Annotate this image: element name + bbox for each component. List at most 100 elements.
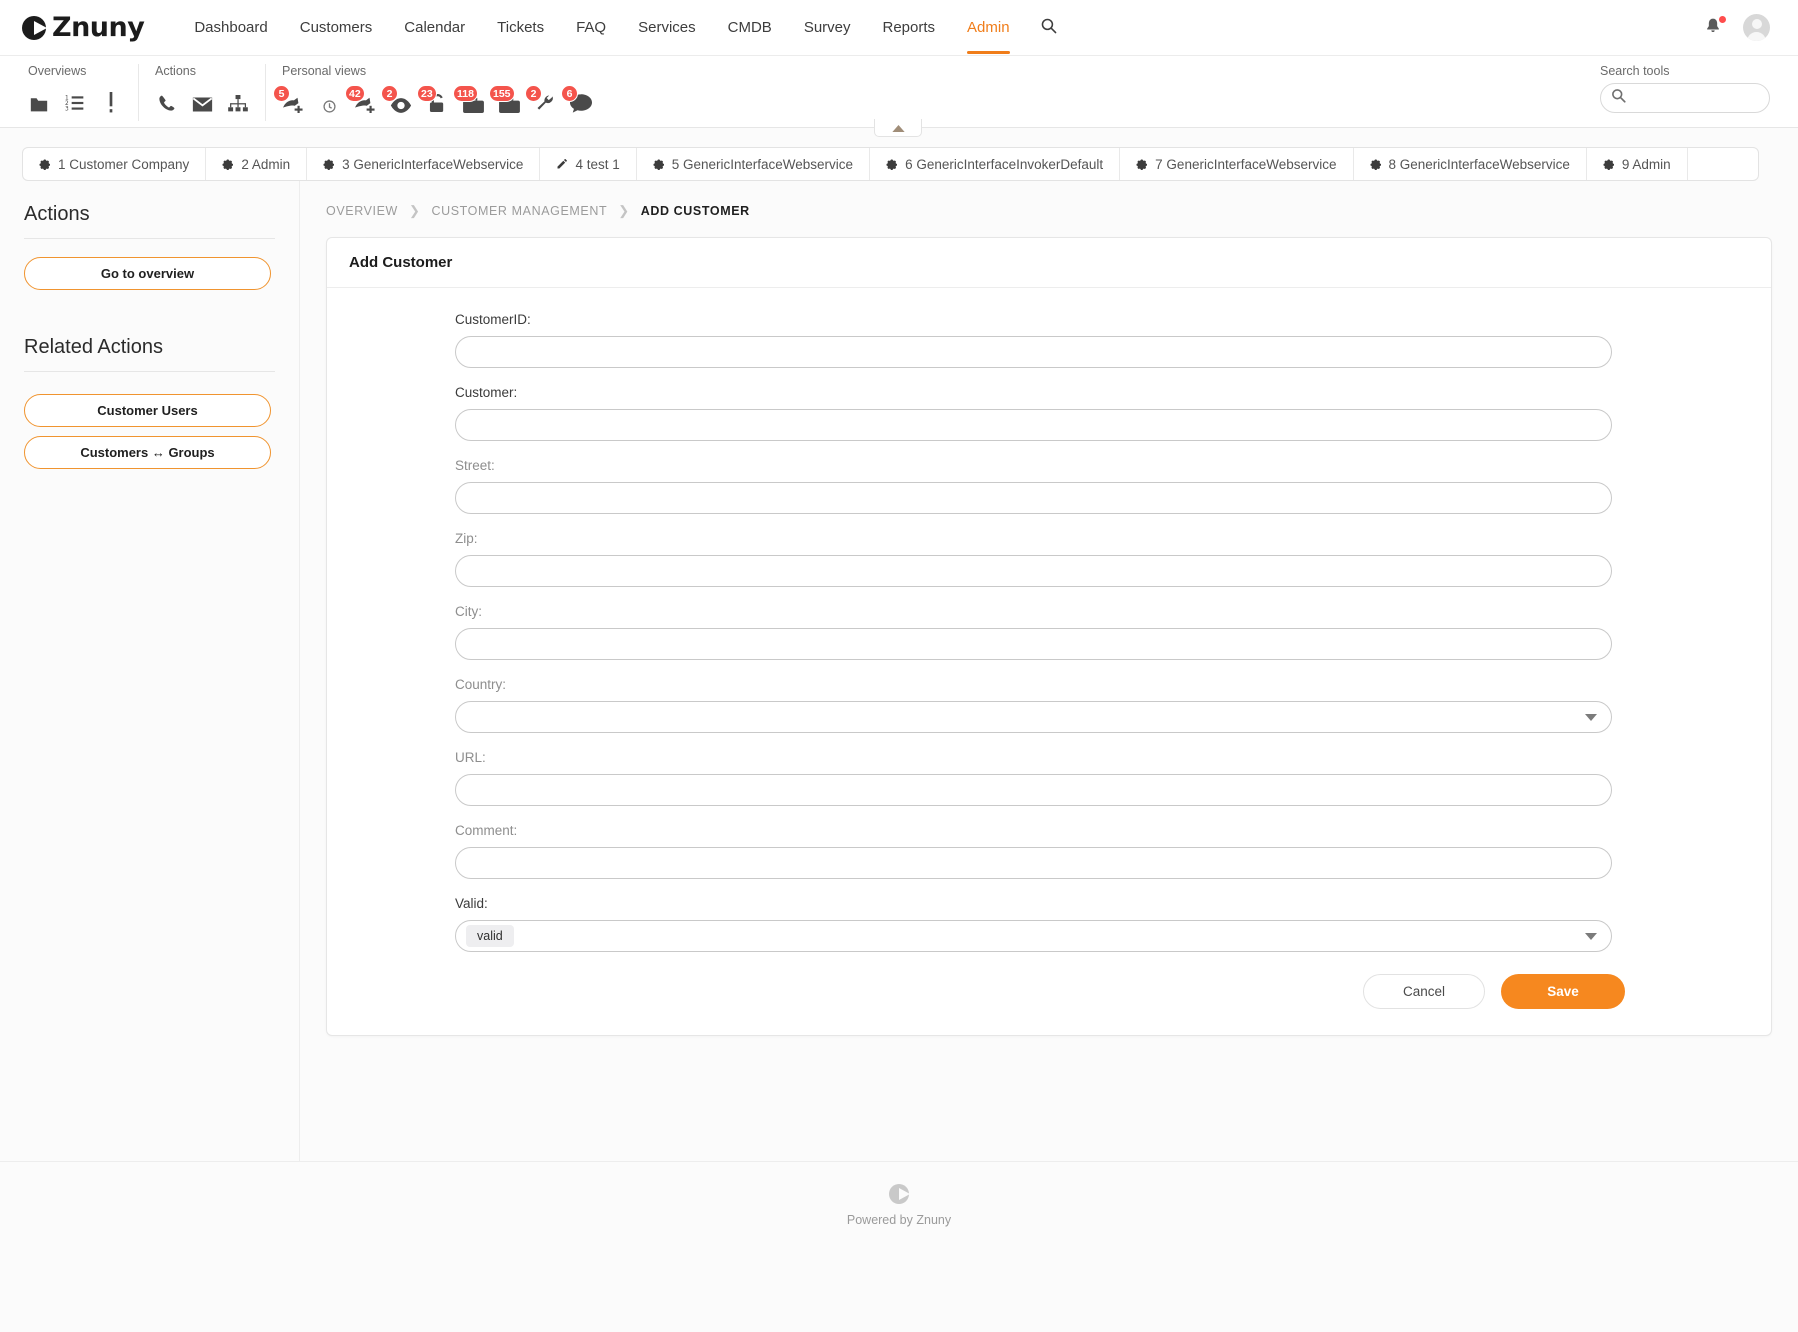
field-zip: Zip:	[455, 531, 1771, 587]
list-numbered-icon[interactable]: 1 2 3	[64, 87, 86, 113]
badge-count: 118	[453, 85, 478, 102]
clock-icon[interactable]	[318, 87, 340, 113]
breadcrumb-item-add-customer: ADD CUSTOMER	[641, 204, 750, 218]
main-content: OVERVIEW ❯ CUSTOMER MANAGEMENT ❯ ADD CUS…	[300, 181, 1798, 1161]
gear-icon	[323, 158, 335, 170]
sidebar-related-actions-heading: Related Actions	[24, 336, 275, 372]
tab-item[interactable]: 2 Admin	[206, 148, 307, 180]
country-select[interactable]	[455, 701, 1612, 733]
notification-dot	[1717, 14, 1728, 25]
toolbar-group-overviews: Overviews 1 2 3	[22, 64, 138, 121]
field-comment: Comment:	[455, 823, 1771, 879]
city-input[interactable]	[455, 628, 1612, 660]
valid-select[interactable]: valid	[455, 920, 1612, 952]
svg-text:3: 3	[65, 107, 69, 113]
bell-icon[interactable]	[1703, 17, 1725, 39]
avatar[interactable]	[1743, 14, 1770, 41]
cancel-button[interactable]: Cancel	[1363, 974, 1485, 1009]
tab-item[interactable]: 7 GenericInterfaceWebservice	[1120, 148, 1353, 180]
gear-icon	[222, 158, 234, 170]
save-button[interactable]: Save	[1501, 974, 1625, 1009]
tab-item[interactable]: 3 GenericInterfaceWebservice	[307, 148, 540, 180]
chevron-up-icon	[892, 119, 905, 137]
tab-item[interactable]: 5 GenericInterfaceWebservice	[637, 148, 870, 180]
search-tools-input[interactable]	[1633, 90, 1759, 107]
customer-users-button[interactable]: Customer Users	[24, 394, 271, 427]
search-tools-group: Search tools	[1600, 64, 1776, 113]
collapse-toolbar-button[interactable]	[874, 119, 922, 137]
go-to-overview-button[interactable]: Go to overview	[24, 257, 271, 290]
gear-icon	[1603, 158, 1615, 170]
wrench-icon[interactable]: 2	[534, 87, 556, 113]
badge-count: 42	[345, 85, 365, 102]
lock-icon[interactable]: 23	[426, 87, 448, 113]
chat-icon[interactable]: 6	[570, 87, 592, 113]
sidebar-actions-heading: Actions	[24, 203, 275, 239]
tab-item[interactable]: 6 GenericInterfaceInvokerDefault	[870, 148, 1120, 180]
url-input[interactable]	[455, 774, 1612, 806]
nav-item-customers[interactable]: Customers	[284, 1, 389, 54]
field-country: Country:	[455, 677, 1771, 733]
street-input[interactable]	[455, 482, 1612, 514]
nav-item-services[interactable]: Services	[622, 1, 712, 54]
znuny-logo[interactable]: Znuny	[22, 14, 144, 41]
chevron-down-icon	[1585, 714, 1597, 721]
comment-input[interactable]	[455, 847, 1612, 879]
breadcrumb-item-overview[interactable]: OVERVIEW	[326, 204, 398, 218]
ticket-reminder-icon[interactable]: 42	[354, 87, 376, 113]
field-label: Street:	[455, 458, 1771, 473]
field-customer: Customer:	[455, 385, 1771, 441]
customer-input[interactable]	[455, 409, 1612, 441]
nav-item-calendar[interactable]: Calendar	[388, 1, 481, 54]
nav-item-admin[interactable]: Admin	[951, 1, 1026, 54]
nav-item-dashboard[interactable]: Dashboard	[178, 1, 283, 54]
field-valid: Valid: valid	[455, 896, 1771, 952]
briefcase-icon[interactable]: 118	[462, 87, 484, 113]
eye-watch-icon[interactable]: 2	[390, 87, 412, 113]
nav-item-reports[interactable]: Reports	[867, 1, 952, 54]
tab-overflow-slot[interactable]	[1688, 148, 1758, 180]
ticket-new-icon[interactable]: 5	[282, 87, 304, 113]
field-label: City:	[455, 604, 1771, 619]
search-icon	[1611, 88, 1626, 108]
top-navigation-bar: Znuny Dashboard Customers Calendar Ticke…	[0, 0, 1798, 55]
field-label: CustomerID:	[455, 312, 1771, 327]
left-sidebar: Actions Go to overview Related Actions C…	[0, 181, 300, 1161]
sitemap-icon[interactable]	[227, 87, 249, 113]
field-city: City:	[455, 604, 1771, 660]
nav-item-survey[interactable]: Survey	[788, 1, 867, 54]
field-label: Country:	[455, 677, 1771, 692]
tab-item[interactable]: 9 Admin	[1587, 148, 1688, 180]
phone-icon[interactable]	[155, 87, 177, 113]
tab-item[interactable]: 8 GenericInterfaceWebservice	[1354, 148, 1587, 180]
gear-icon	[39, 158, 51, 170]
tab-item[interactable]: 4 test 1	[540, 148, 636, 180]
page-body: Actions Go to overview Related Actions C…	[0, 181, 1798, 1161]
tab-label: 9 Admin	[1622, 157, 1671, 172]
logo-text: Znuny	[52, 14, 144, 41]
tab-label: 1 Customer Company	[58, 157, 189, 172]
tab-item[interactable]: 1 Customer Company	[23, 148, 206, 180]
envelope-icon[interactable]	[191, 87, 213, 113]
exclamation-icon[interactable]	[100, 87, 122, 113]
folder-icon[interactable]	[28, 87, 50, 113]
nav-item-tickets[interactable]: Tickets	[481, 1, 560, 54]
form-actions: Cancel Save	[327, 974, 1771, 1009]
breadcrumb-item-customer-management[interactable]: CUSTOMER MANAGEMENT	[431, 204, 607, 218]
nav-item-faq[interactable]: FAQ	[560, 1, 622, 54]
badge-count: 2	[381, 85, 398, 102]
tab-label: 6 GenericInterfaceInvokerDefault	[905, 157, 1103, 172]
zip-input[interactable]	[455, 555, 1612, 587]
customers-groups-button[interactable]: Customers ↔ Groups	[24, 436, 271, 469]
search-tools-box[interactable]	[1600, 83, 1770, 113]
search-icon[interactable]	[1026, 0, 1071, 57]
nav-item-cmdb[interactable]: CMDB	[712, 1, 788, 54]
customerid-input[interactable]	[455, 336, 1612, 368]
field-label: Comment:	[455, 823, 1771, 838]
breadcrumb: OVERVIEW ❯ CUSTOMER MANAGEMENT ❯ ADD CUS…	[326, 203, 1772, 219]
field-street: Street:	[455, 458, 1771, 514]
toolbar-group-personal-views: Personal views 5 42 2 23 118	[265, 64, 608, 121]
archive-icon[interactable]: 155	[498, 87, 520, 113]
add-customer-card: Add Customer CustomerID: Customer: Stree…	[326, 237, 1772, 1036]
toolbar-group-title: Actions	[155, 64, 249, 78]
